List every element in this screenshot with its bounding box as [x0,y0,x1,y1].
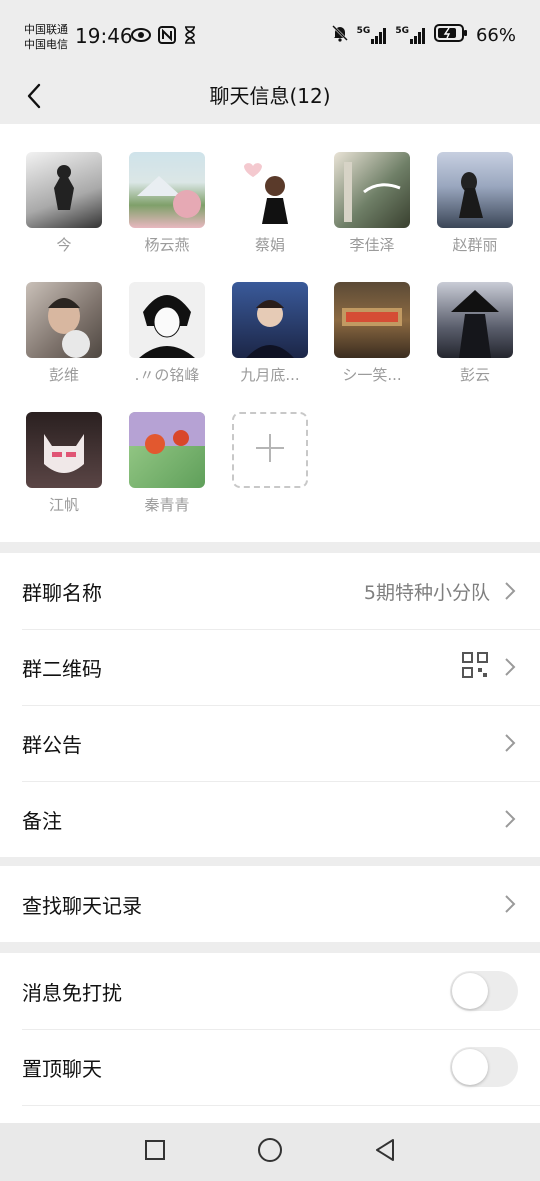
recents-button[interactable] [140,1137,170,1167]
partial-row [0,1105,540,1123]
member-name: .〃の铭峰 [134,366,200,384]
avatar [129,152,205,228]
qr-code-label: 群二维码 [22,656,102,681]
avatar [334,282,410,358]
member-name: 九月底... [240,366,300,384]
avatar [232,152,308,228]
avatar [26,412,102,488]
avatar [437,282,513,358]
search-section: 查找聊天记录 [0,866,540,942]
avatar [129,412,205,488]
chevron-right-icon [504,809,518,829]
remark-row[interactable]: 备注 [0,781,540,857]
member-item[interactable]: 彭维 [19,282,109,385]
member-name: 彭云 [459,366,490,384]
avatar [129,282,205,358]
qr-code-row[interactable]: 群二维码 [0,629,540,705]
member-item[interactable]: 杨云燕 [122,152,212,255]
toggle-knob [452,973,488,1009]
triangle-back-icon [374,1138,396,1166]
member-name: 杨云燕 [144,236,190,254]
member-name: 赵群丽 [452,236,498,254]
chevron-right-icon [504,657,518,677]
battery-level: 66% [475,24,516,46]
carrier-2: 中国电信 [24,38,68,51]
member-name: 秦青青 [144,496,190,514]
hourglass-icon [184,26,196,48]
remark-label: 备注 [22,808,62,833]
member-item[interactable]: 蔡娟 [225,152,315,255]
group-settings: 群聊名称 5期特种小分队 群二维码 群公告 备注 [0,553,540,857]
carrier-info: 中国联通 中国电信 [24,22,68,52]
member-item[interactable]: 李佳泽 [327,152,417,255]
member-name: 蔡娟 [254,236,285,254]
avatar [334,152,410,228]
avatar [232,282,308,358]
mute-toggle[interactable] [450,971,518,1011]
chevron-right-icon [504,733,518,753]
pin-label: 置顶聊天 [22,1056,102,1081]
status-bar: 中国联通 中国电信 19:46 5G 5G 66% [0,0,540,70]
member-name: 江帆 [48,496,79,514]
member-name: 今 [56,236,72,254]
qr-code-icon [462,652,488,682]
member-item[interactable]: 江帆 [19,412,109,515]
member-item[interactable]: 赵群丽 [430,152,520,255]
notice-row[interactable]: 群公告 [0,705,540,781]
notice-label: 群公告 [22,732,82,757]
plus-icon [254,432,286,468]
group-name-row[interactable]: 群聊名称 5期特种小分队 [0,553,540,629]
chevron-right-icon [504,894,518,914]
avatar [437,152,513,228]
member-grid: 今 杨云燕 蔡娟 李佳泽 赵群丽 彭维 .〃の铭峰 九月底... シ一笑... … [0,124,540,542]
avatar [26,282,102,358]
nfc-icon [158,26,176,48]
member-item[interactable]: 彭云 [430,282,520,385]
back-nav-button[interactable] [370,1137,400,1167]
member-item[interactable]: シ一笑... [327,282,417,385]
circle-icon [257,1137,283,1167]
add-member[interactable] [225,412,315,488]
search-history-label: 查找聊天记录 [22,893,142,918]
group-name-value: 5期特种小分队 [363,581,490,604]
member-item[interactable]: 九月底... [225,282,315,385]
avatar [26,152,102,228]
pin-toggle[interactable] [450,1047,518,1087]
clock: 19:46 [75,24,133,48]
member-name: シ一笑... [342,366,402,384]
system-nav-bar [0,1123,540,1181]
toggle-section: 消息免打扰 置顶聊天 [0,953,540,1123]
status-right: 5G 5G 66% [331,24,516,46]
pin-row: 置顶聊天 [0,1029,540,1105]
square-icon [144,1139,166,1165]
chevron-right-icon [504,581,518,601]
signal-5g-icon-2: 5G [395,26,426,44]
battery-icon [433,24,468,46]
bell-off-icon [331,24,349,46]
signal-5g-icon-1: 5G [357,26,388,44]
mute-row: 消息免打扰 [0,953,540,1029]
toggle-knob [452,1049,488,1085]
search-history-row[interactable]: 查找聊天记录 [0,866,540,942]
group-name-label: 群聊名称 [22,580,102,605]
add-member-button[interactable] [232,412,308,488]
member-name: 李佳泽 [349,236,395,254]
nav-bar: 聊天信息(12) [0,70,540,124]
member-item[interactable]: 秦青青 [122,412,212,515]
member-name: 彭维 [48,366,79,384]
eye-icon [130,26,152,48]
home-button[interactable] [255,1137,285,1167]
carrier-1: 中国联通 [24,23,68,36]
member-item[interactable]: .〃の铭峰 [122,282,212,385]
page-title: 聊天信息(12) [209,84,331,108]
mute-label: 消息免打扰 [22,980,122,1005]
member-item[interactable]: 今 [19,152,109,255]
